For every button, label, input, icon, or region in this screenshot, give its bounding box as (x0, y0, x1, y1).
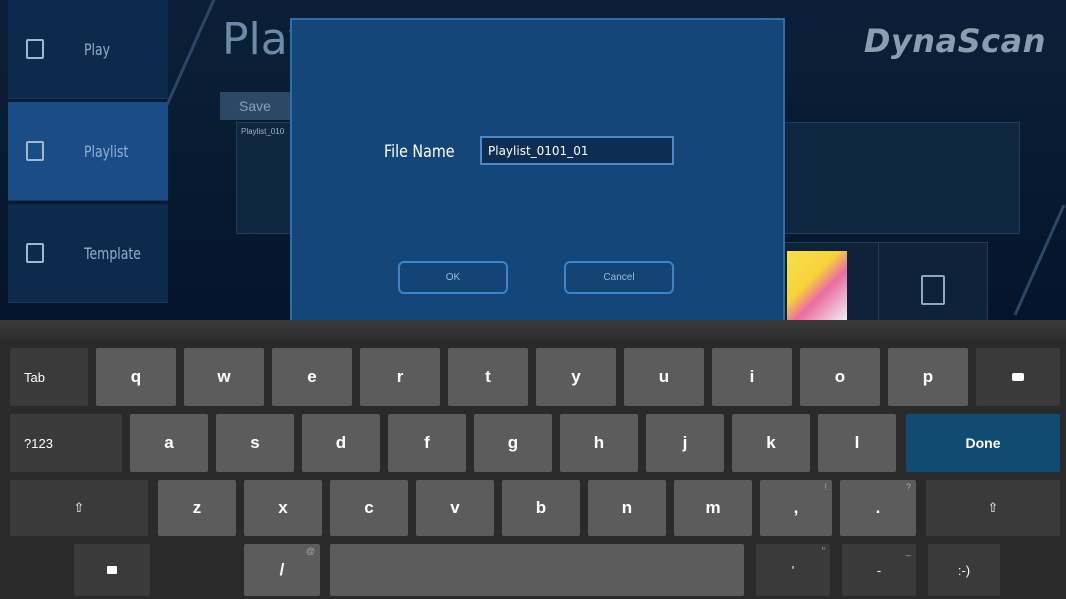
key-g[interactable]: g (474, 414, 552, 472)
playlist-icon (26, 141, 44, 161)
key-i[interactable]: i (712, 348, 792, 406)
ok-button[interactable]: OK (398, 261, 508, 294)
key-n[interactable]: n (588, 480, 666, 536)
playlist-panel: Playlist_010 (236, 122, 298, 234)
key-x[interactable]: x (244, 480, 322, 536)
key-c[interactable]: c (330, 480, 408, 536)
shift-icon: ⇧ (987, 500, 999, 515)
key-e[interactable]: e (272, 348, 352, 406)
key-j[interactable]: j (646, 414, 724, 472)
save-tab[interactable]: Save (220, 92, 290, 120)
media-thumbnail[interactable] (776, 242, 886, 320)
shift-key-left[interactable]: ⇧ (10, 480, 148, 536)
on-screen-keyboard: Tab q w e r t y u i o p ?123 a s d f g h… (0, 320, 1066, 599)
key-q[interactable]: q (96, 348, 176, 406)
app-background: Play Playlist Template Play DynaScan Sav… (0, 0, 1066, 320)
key-slash[interactable]: / @ (244, 544, 320, 596)
key-w[interactable]: w (184, 348, 264, 406)
thumbnail-image (787, 251, 847, 320)
key-label: . (875, 498, 881, 517)
right-panel (780, 122, 1020, 234)
key-comma[interactable]: , ! (760, 480, 832, 536)
key-hint: ? (905, 482, 911, 492)
new-file-card[interactable] (878, 242, 988, 320)
key-p[interactable]: p (888, 348, 968, 406)
playlist-item-name: Playlist_010 (241, 127, 285, 136)
tab-key[interactable]: Tab (10, 348, 88, 406)
key-d[interactable]: d (302, 414, 380, 472)
key-period[interactable]: . ? (840, 480, 916, 536)
keyboard-settings-icon (107, 566, 117, 574)
key-t[interactable]: t (448, 348, 528, 406)
key-label: / (279, 560, 285, 579)
key-hint: _ (905, 546, 911, 556)
keyboard-settings-key[interactable] (74, 544, 150, 596)
brand-logo: DynaScan (863, 22, 1046, 60)
key-s[interactable]: s (216, 414, 294, 472)
key-k[interactable]: k (732, 414, 810, 472)
key-label: - (876, 562, 882, 578)
key-dash[interactable]: - _ (842, 544, 916, 596)
spacebar[interactable] (330, 544, 744, 596)
sidebar-item-template[interactable]: Template (8, 204, 168, 303)
file-icon (921, 275, 945, 305)
keyboard-top-strip (0, 320, 1066, 340)
key-o[interactable]: o (800, 348, 880, 406)
sidebar-item-playlist[interactable]: Playlist (8, 102, 168, 201)
shift-key-right[interactable]: ⇧ (926, 480, 1060, 536)
sidebar-item-label: Template (84, 243, 141, 263)
template-icon (26, 243, 44, 263)
file-name-label: File Name (384, 142, 455, 162)
sidebar: Play Playlist Template (8, 0, 168, 320)
key-f[interactable]: f (388, 414, 466, 472)
key-y[interactable]: y (536, 348, 616, 406)
backspace-key[interactable] (976, 348, 1060, 406)
smiley-key[interactable]: :-) (928, 544, 1000, 596)
key-hint: ! (824, 482, 827, 492)
key-h[interactable]: h (560, 414, 638, 472)
key-v[interactable]: v (416, 480, 494, 536)
symbols-mode-key[interactable]: ?123 (10, 414, 122, 472)
sidebar-item-label: Playlist (84, 141, 129, 161)
file-name-input[interactable] (480, 136, 674, 165)
key-label: ' (791, 562, 795, 578)
key-hint: " (821, 546, 825, 556)
done-key[interactable]: Done (906, 414, 1060, 472)
decorative-line (165, 0, 218, 106)
key-l[interactable]: l (818, 414, 896, 472)
play-icon (26, 39, 44, 59)
key-u[interactable]: u (624, 348, 704, 406)
shift-icon: ⇧ (73, 500, 85, 515)
key-r[interactable]: r (360, 348, 440, 406)
key-hint: @ (305, 546, 315, 556)
backspace-icon (1012, 373, 1024, 381)
key-apostrophe[interactable]: ' " (756, 544, 830, 596)
sidebar-item-play[interactable]: Play (8, 0, 168, 99)
key-label: , (793, 498, 799, 517)
decorative-line (1013, 204, 1066, 316)
key-a[interactable]: a (130, 414, 208, 472)
cancel-button[interactable]: Cancel (564, 261, 674, 294)
key-z[interactable]: z (158, 480, 236, 536)
key-m[interactable]: m (674, 480, 752, 536)
save-playlist-dialog: File Name OK Cancel (290, 18, 785, 320)
sidebar-item-label: Play (84, 39, 111, 59)
key-b[interactable]: b (502, 480, 580, 536)
